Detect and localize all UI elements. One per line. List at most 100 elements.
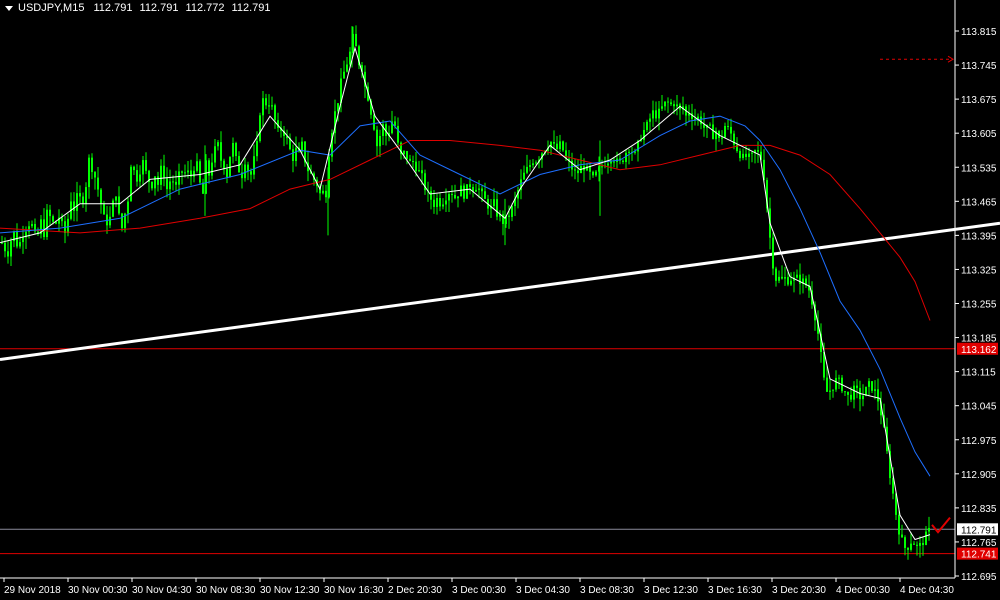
candle-body (73, 201, 75, 211)
candle-body (871, 381, 873, 391)
candle-body (94, 172, 96, 178)
ohlc-close: 112.791 (231, 2, 271, 14)
candle-body (139, 174, 141, 182)
price-tick-label: 113.395 (961, 231, 997, 242)
candle-body (100, 189, 102, 205)
candle (199, 159, 201, 185)
candle-body (742, 153, 744, 159)
candle-body (112, 200, 114, 217)
candle-body (217, 142, 219, 147)
candle-body (196, 161, 198, 171)
candle-body (415, 161, 417, 172)
candle-body (511, 206, 513, 217)
candle-body (916, 544, 918, 546)
candle-body (850, 394, 852, 400)
ohlc-high: 112.791 (139, 2, 179, 14)
candle-body (478, 188, 480, 190)
candle-body (67, 218, 69, 233)
candle-body (844, 391, 846, 393)
candle-body (430, 191, 432, 200)
candle-body (559, 141, 561, 149)
candle-body (244, 164, 246, 179)
candle-body (136, 170, 138, 182)
candle-body (409, 158, 411, 162)
candle-body (649, 118, 651, 122)
candle-body (202, 182, 204, 194)
candle-body (127, 201, 129, 214)
candle (259, 112, 261, 143)
triangle-down-icon[interactable] (5, 6, 13, 11)
time-tick-label: 29 Nov 2018 (4, 585, 61, 596)
candle-body (142, 160, 144, 175)
candle-body (664, 101, 666, 107)
price-tick-label: 113.815 (961, 27, 997, 38)
candle-body (118, 196, 120, 214)
candle-body (160, 165, 162, 185)
candle-body (442, 204, 444, 207)
candle-body (553, 142, 555, 144)
price-chart[interactable]: 113.815 113.745 113.675 113.605 113.535 113.4… (0, 0, 1000, 600)
candle-body (376, 129, 378, 147)
candle-body (748, 153, 750, 157)
candle-body (670, 102, 672, 105)
candle-body (22, 237, 24, 243)
candle-body (412, 161, 414, 163)
candle-body (847, 391, 849, 395)
candle-body (445, 200, 447, 205)
candle-body (79, 193, 81, 197)
candle-body (178, 171, 180, 185)
price-tick-label: 113.535 (961, 163, 997, 174)
time-tick-label: 3 Dec 04:30 (516, 585, 570, 596)
price-tick-label: 113.115 (961, 368, 996, 379)
price-tick-label: 113.675 (961, 95, 997, 106)
candle-body (403, 150, 405, 155)
candle-body (166, 178, 168, 190)
candle-body (622, 160, 624, 162)
candle-body (355, 33, 357, 47)
candle-body (265, 98, 267, 106)
candle-body (832, 389, 834, 391)
price-tick-label: 112.975 (961, 436, 997, 447)
candle-body (460, 185, 462, 197)
price-tag-level-lower: 112.741 (961, 550, 997, 561)
candle-body (787, 277, 789, 285)
candle-body (373, 114, 375, 130)
candle (466, 184, 468, 199)
candle-body (418, 170, 420, 172)
candle-body (49, 209, 51, 217)
candle-body (928, 527, 930, 532)
candle-body (868, 381, 870, 387)
candle-body (526, 166, 528, 173)
ohlc-open: 112.791 (93, 2, 133, 14)
candle-body (919, 542, 921, 546)
price-tick-label: 113.255 (961, 300, 997, 311)
candle-body (673, 104, 675, 107)
time-tick-label: 4 Dec 00:30 (836, 585, 890, 596)
chart-window[interactable]: 113.815 113.745 113.675 113.605 113.535 113.4… (0, 0, 1000, 600)
candle-body (454, 194, 456, 199)
candle-body (247, 164, 249, 172)
candle-body (130, 166, 132, 202)
candle-body (910, 543, 912, 550)
candle-body (829, 390, 831, 392)
candle-body (10, 241, 12, 257)
candle-body (826, 377, 828, 392)
candle-body (562, 141, 564, 151)
candle-body (187, 170, 189, 173)
candle-body (397, 125, 399, 143)
candle-body (661, 106, 663, 109)
candle-body (838, 377, 840, 379)
symbol-name: USDJPY,M15 (18, 2, 85, 14)
candle-body (667, 101, 669, 103)
candle-body (211, 162, 213, 176)
candle-body (199, 161, 201, 183)
candle-body (343, 71, 345, 79)
price-tick-label: 112.765 (961, 538, 997, 549)
candle-body (406, 150, 408, 159)
candle-body (109, 216, 111, 226)
candle-body (421, 170, 423, 174)
candle-body (721, 137, 723, 139)
candle-body (250, 171, 252, 175)
candle-body (208, 160, 210, 176)
candle-body (163, 165, 165, 179)
